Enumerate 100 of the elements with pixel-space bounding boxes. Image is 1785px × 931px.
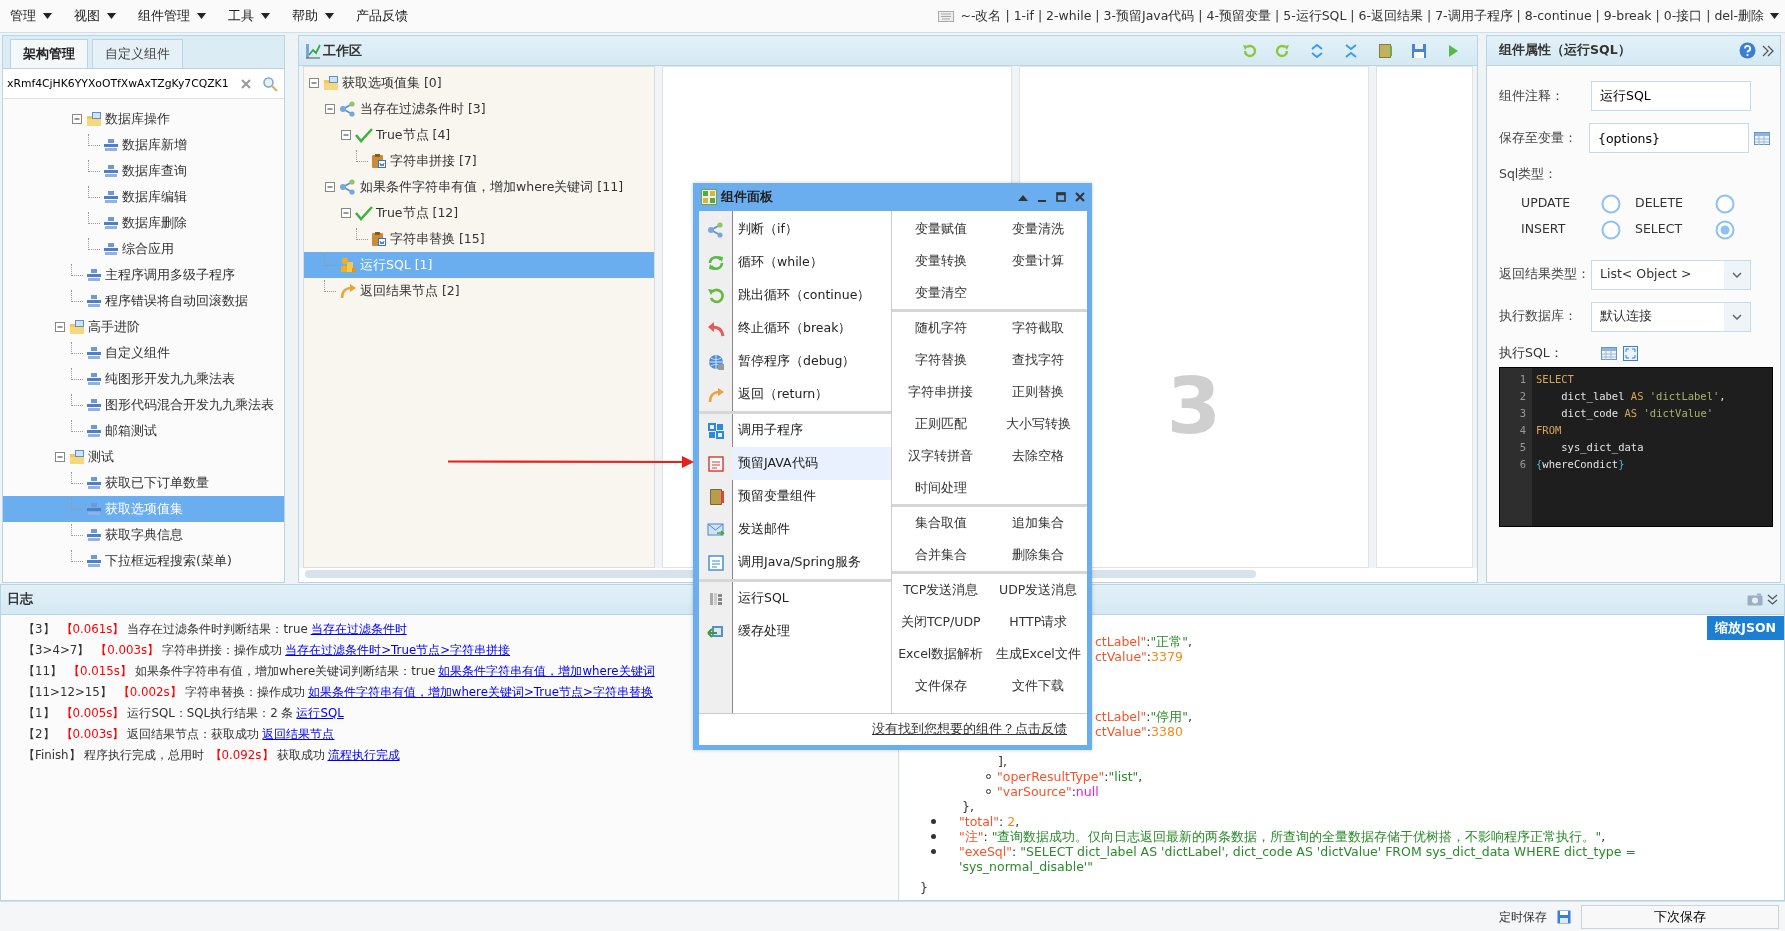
component-item[interactable]: 调用子程序 [699,414,891,447]
tab[interactable]: 自定义组件 [92,39,183,68]
component-item[interactable]: 变量清洗 [989,213,1087,245]
tree-item[interactable]: 如果条件字符串有值，增加where关键词 [11] [304,174,654,200]
component-item[interactable]: 删除集合 [989,539,1087,571]
component-item[interactable]: 时间处理 [892,472,990,504]
tree-item[interactable]: 获取选项值集 [0] [304,70,654,96]
table-icon[interactable] [1754,131,1770,145]
log-link[interactable]: 运行SQL [296,706,344,720]
component-item[interactable]: 发送邮件 [699,513,891,546]
search-icon[interactable] [262,75,278,92]
close-icon[interactable] [1075,192,1085,202]
component-item[interactable]: HTTP请求 [989,606,1087,638]
tree-item[interactable]: 邮箱测试 [3,418,284,444]
save-icon[interactable] [1557,910,1571,924]
collapse-all-icon[interactable] [1343,42,1359,59]
component-item[interactable]: 循环（while） [699,246,891,279]
chevron-down-icon[interactable] [1767,594,1778,605]
collapse-icon[interactable] [340,207,352,219]
tree-item[interactable]: 下拉框远程搜索(菜单) [3,548,284,574]
tree-item[interactable]: 获取已下订单数量 [3,470,284,496]
tree-item[interactable]: True节点 [4] [304,122,654,148]
collapse-icon[interactable] [308,77,320,89]
tree-item[interactable]: 高手进阶 [3,314,284,340]
menu-button[interactable]: 组件管理 [134,4,210,28]
component-item[interactable]: 跳出循环（continue） [699,279,891,312]
component-item[interactable]: 正则匹配 [892,408,990,440]
collapse-up-icon[interactable] [1018,193,1028,201]
component-item[interactable]: 合并集合 [892,539,990,571]
menu-button[interactable]: 产品反馈 [352,4,412,28]
tree-item[interactable]: 数据库编辑 [3,184,284,210]
save-button[interactable]: 下次保存 [1581,905,1779,929]
collapse-icon[interactable] [324,181,336,193]
tree-item[interactable]: 字符串替换 [15] [304,226,654,252]
radio-button[interactable] [1715,219,1735,240]
tree-item[interactable]: 数据库新增 [3,132,284,158]
component-item[interactable]: UDP发送消息 [989,574,1087,606]
log-link[interactable]: 返回结果节点 [262,727,335,741]
collapse-icon[interactable] [324,103,336,115]
help-icon[interactable] [1739,42,1756,59]
component-item[interactable]: 缓存处理 [699,615,891,648]
tree-item[interactable]: 数据库删除 [3,210,284,236]
component-item[interactable]: 正则替换 [989,376,1087,408]
table-icon[interactable] [1600,346,1617,360]
component-item[interactable]: 变量赋值 [892,213,990,245]
component-item[interactable]: 文件保存 [892,670,990,702]
tree-item[interactable]: 返回结果节点 [2] [304,278,654,304]
tab[interactable]: 架构管理 [10,39,88,68]
double-chevron-icon[interactable] [1762,44,1774,57]
tree-item[interactable]: 主程序调用多级子程序 [3,262,284,288]
component-item[interactable]: 调用Java/Spring服务 [699,546,891,579]
tree-item[interactable]: 数据库查询 [3,158,284,184]
tree-item[interactable]: 综合应用 [3,236,284,262]
component-item[interactable]: 集合取值 [892,507,990,539]
feedback-link[interactable]: 没有找到您想要的组件？点击反馈 [872,720,1067,739]
component-item[interactable]: 大小写转换 [989,408,1087,440]
component-item[interactable]: 关闭TCP/UDP [892,606,990,638]
component-item[interactable]: 字符截取 [989,312,1087,344]
collapse-icon[interactable] [71,113,83,125]
tree-item[interactable]: 数据库操作 [3,106,284,132]
menu-button[interactable]: 帮助 [288,4,338,28]
radio-button[interactable] [1715,193,1735,214]
component-item[interactable]: TCP发送消息 [892,574,990,606]
dropdown[interactable]: List< Object > [1591,259,1751,290]
dropdown[interactable]: 默认连接 [1591,301,1751,332]
collapse-icon[interactable] [54,451,66,463]
component-item[interactable]: 随机字符 [892,312,990,344]
radio-button[interactable] [1601,193,1621,214]
component-item[interactable]: 字符替换 [892,344,990,376]
tree-item[interactable]: 自定义组件 [3,340,284,366]
menu-button[interactable]: 管理 [6,4,56,28]
tree-item[interactable]: True节点 [12] [304,200,654,226]
tree-item[interactable]: 当存在过滤条件时 [3] [304,96,654,122]
component-item[interactable]: 生成Excel文件 [989,638,1087,670]
collapse-icon[interactable] [340,129,352,141]
text-field[interactable]: {options} [1589,123,1749,153]
log-link[interactable]: 流程执行完成 [327,748,400,762]
component-item[interactable]: 判断（if） [699,213,891,246]
component-item[interactable]: 变量清空 [892,277,990,309]
log-link[interactable]: 如果条件字符串有值，增加where关键词>True节点>字符串替换 [307,685,653,699]
book-icon[interactable] [1377,42,1393,59]
tree-item[interactable]: 程序错误将自动回滚数据 [3,288,284,314]
component-item[interactable]: 查找字符 [989,344,1087,376]
radio-button[interactable] [1601,219,1621,240]
maximize-icon[interactable] [1056,192,1066,202]
component-item[interactable]: 终止循环（break） [699,312,891,345]
tree-item[interactable]: 图形代码混合开发九九乘法表 [3,392,284,418]
component-item[interactable]: 暂停程序（debug） [699,345,891,378]
component-item[interactable]: 预留变量组件 [699,480,891,513]
caret-icon[interactable] [1770,13,1779,19]
menu-button[interactable]: 工具 [224,4,274,28]
code-editor[interactable]: 1 2 3 4 5 6 SELECT dict_label AS 'dictLabel', dict_code AS 'dictValue' FROM sys_dict_data {whereCondict} [1499,366,1773,527]
save-icon[interactable] [1411,42,1427,59]
component-item[interactable]: 返回（return） [699,378,891,411]
component-item[interactable]: 追加集合 [989,507,1087,539]
expand-all-icon[interactable] [1309,42,1325,59]
component-item[interactable]: 运行SQL [699,582,891,615]
component-item[interactable]: Excel数据解析 [892,638,990,670]
component-item[interactable]: 去除空格 [989,440,1087,472]
component-item[interactable]: 变量计算 [989,245,1087,277]
